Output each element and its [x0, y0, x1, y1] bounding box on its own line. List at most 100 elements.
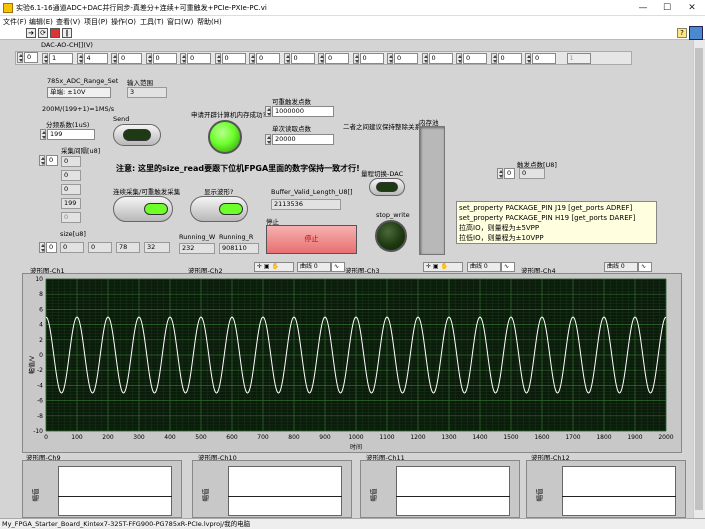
x-tick-label: 1800 [596, 434, 611, 441]
dac-channel-spinner[interactable] [42, 53, 48, 64]
legend-curve[interactable]: 曲线 0 [297, 262, 331, 272]
menu-project[interactable]: 项目(P) [84, 17, 108, 27]
run-arrow-icon[interactable]: ➔ [26, 28, 36, 38]
vi-connector-icon [689, 26, 703, 40]
waveform-chart-ch1[interactable]: 幅值/V 时间 0 100 200 300 400 500 600 700 800 900 1000… [22, 273, 682, 453]
mini-trace [228, 496, 342, 497]
dac-channel-value[interactable]: 0 [118, 53, 142, 64]
mini-plot-area[interactable] [396, 466, 510, 516]
y-tick-label: -10 [33, 428, 43, 435]
minimize-button[interactable]: — [632, 1, 654, 15]
menu-operate[interactable]: 操作(O) [111, 17, 136, 27]
legend-line-icon[interactable]: ∿ [501, 262, 515, 272]
menu-window[interactable]: 窗口(W) [167, 17, 193, 27]
sample-interval-item: 199 [61, 198, 81, 209]
dac-channel-value[interactable]: 1 [566, 53, 591, 64]
menu-file[interactable]: 文件(F) [3, 17, 27, 27]
legend-curve[interactable]: 曲线 0 [604, 262, 638, 272]
buffer-value: 2113536 [271, 199, 341, 210]
buffer-label: Buffer_Valid_Length_U8[] [271, 188, 353, 196]
dac-channel-spinner[interactable] [456, 53, 462, 64]
dac-channel-spinner[interactable] [421, 53, 428, 64]
single-read-spinner[interactable] [265, 134, 271, 145]
stop-write-led[interactable] [375, 220, 407, 252]
trigger-count-index[interactable]: 0 [504, 168, 515, 179]
menu-view[interactable]: 查看(V) [56, 17, 80, 27]
send-button[interactable] [113, 124, 161, 146]
dac-channel-spinner[interactable] [283, 53, 290, 64]
y-tick-label: 0 [39, 352, 43, 359]
run-continuous-icon[interactable]: ⟳ [38, 28, 48, 38]
dac-channel-spinner[interactable] [111, 53, 117, 64]
divider-value[interactable]: 199 [47, 129, 95, 140]
dac-channel-value[interactable]: 0 [394, 53, 418, 64]
divider-spinner[interactable] [40, 129, 46, 140]
dac-channel-spinner[interactable] [490, 53, 497, 64]
dac-channel-spinner[interactable] [145, 53, 152, 64]
size-item: 0 [60, 242, 84, 253]
menu-tools[interactable]: 工具(T) [140, 17, 164, 27]
dac-index-spinner[interactable] [17, 52, 23, 63]
dac-channel-value[interactable]: 0 [221, 53, 246, 64]
dac-channel-value[interactable]: 0 [463, 53, 487, 64]
dac-channel-spinner[interactable] [180, 53, 186, 64]
dac-channel-value[interactable]: 0 [290, 53, 315, 64]
trigger-count-spinner[interactable] [497, 168, 503, 179]
dac-channel-value[interactable]: 0 [497, 53, 522, 64]
menu-help[interactable]: 帮助(H) [197, 17, 222, 27]
pause-icon[interactable]: ∥ [62, 28, 72, 38]
dac-channel-spinner[interactable] [525, 53, 531, 64]
dac-channel-spinner[interactable] [249, 53, 255, 64]
mini-y-axis-label: 幅值 [201, 488, 210, 502]
dac-index[interactable]: 0 [24, 52, 38, 63]
size-index[interactable]: 0 [46, 242, 57, 253]
close-button[interactable]: ✕ [681, 1, 703, 15]
dac-channel-spinner[interactable] [76, 53, 83, 64]
legend-curve[interactable]: 曲线 0 [467, 262, 501, 272]
legend-line-icon[interactable]: ∿ [638, 262, 652, 272]
dac-channel-value[interactable]: 0 [152, 53, 177, 64]
dac-channel-value[interactable]: 0 [256, 53, 280, 64]
note-line: set_property PACKAGE_PIN J19 [get_ports … [459, 204, 633, 212]
x-tick-label: 700 [257, 434, 269, 441]
dac-channel-value[interactable]: 0 [359, 53, 384, 64]
scrollbar-thumb[interactable] [695, 48, 703, 510]
menu-edit[interactable]: 编辑(E) [29, 17, 53, 27]
dac-channel-spinner[interactable] [352, 53, 359, 64]
dac-channel-spinner[interactable] [318, 53, 324, 64]
stop-button[interactable]: 停止 [266, 225, 357, 254]
range-switch-toggle[interactable] [369, 178, 405, 196]
x-tick-label: 100 [71, 434, 83, 441]
dac-channel-value[interactable]: 0 [428, 53, 453, 64]
graph-palette[interactable]: ✛ ▣ ✋ [423, 262, 463, 272]
mini-plot-area[interactable] [562, 466, 676, 516]
single-read-value[interactable]: 20000 [272, 134, 334, 145]
sample-interval-spinner[interactable] [39, 155, 45, 166]
y-tick-label: -2 [37, 367, 43, 374]
continuous-toggle[interactable] [113, 196, 173, 222]
dac-channel-value[interactable]: 4 [83, 53, 108, 64]
mini-plot-area[interactable] [228, 466, 342, 516]
retrigger-value[interactable]: 1000000 [272, 106, 334, 117]
dac-channel-value[interactable]: 0 [187, 53, 211, 64]
status-bar: My_FPGA_Starter_Board_Kintex7-325T-FFG90… [0, 518, 705, 529]
retrigger-spinner[interactable] [265, 106, 271, 117]
graph-palette[interactable]: ✛ ▣ ✋ [254, 262, 294, 272]
abort-icon[interactable] [50, 28, 60, 38]
size-label: size[u8] [60, 230, 86, 238]
maximize-button[interactable]: ☐ [656, 1, 678, 15]
show-wave-label: 显示波形? [204, 188, 234, 196]
dac-channel-value[interactable]: 0 [532, 53, 556, 64]
legend-line-icon[interactable]: ∿ [331, 262, 345, 272]
help-icon[interactable]: ? [677, 28, 687, 38]
x-tick-label: 1600 [534, 434, 549, 441]
dac-channel-value[interactable]: 0 [325, 53, 349, 64]
sample-interval-index[interactable]: 0 [46, 155, 58, 166]
show-wave-toggle[interactable] [190, 196, 248, 222]
dac-channel-spinner[interactable] [387, 53, 393, 64]
mini-plot-area[interactable] [58, 466, 172, 516]
size-spinner[interactable] [39, 242, 45, 253]
range-select[interactable]: 单端: ±10V [47, 87, 111, 98]
dac-channel-spinner[interactable] [214, 53, 221, 64]
dac-channel-value[interactable]: 1 [49, 53, 73, 64]
